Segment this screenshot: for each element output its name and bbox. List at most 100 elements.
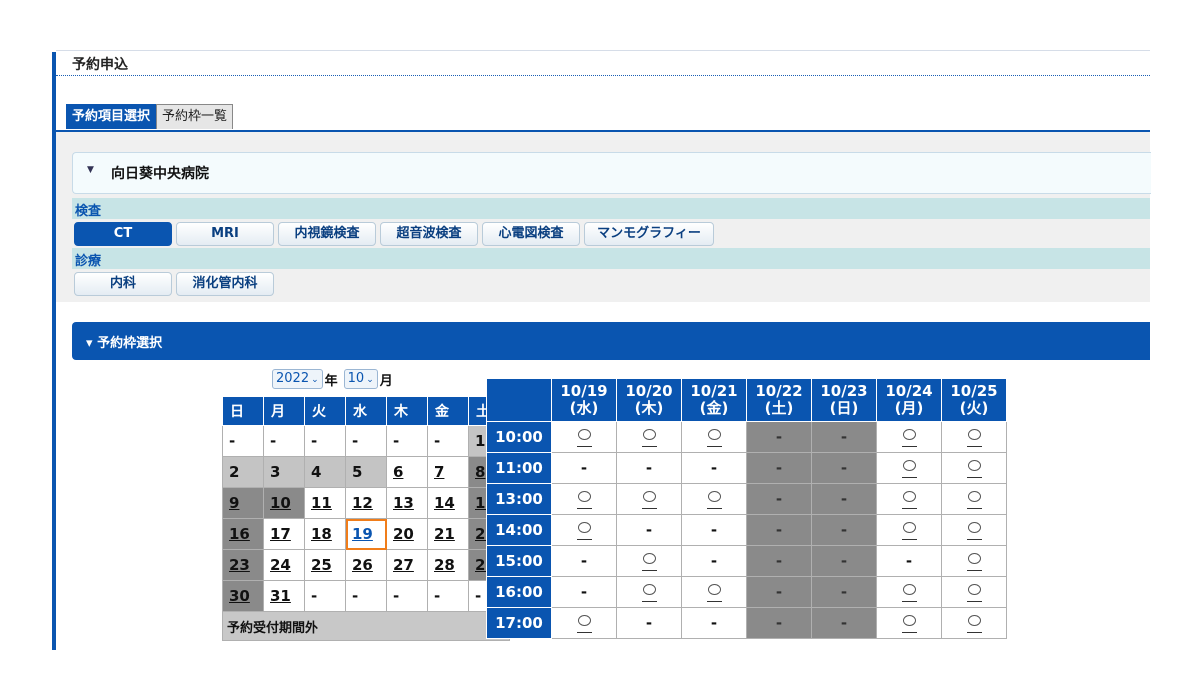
exam-option-ultrasound[interactable]: 超音波検査: [380, 222, 478, 246]
exam-options: CT MRI 内視鏡検査 超音波検査 心電図検査 マンモグラフィー: [74, 222, 714, 246]
calendar-day: 2: [222, 456, 264, 488]
slot-available[interactable]: [876, 452, 942, 484]
calendar-day[interactable]: 30: [222, 580, 264, 612]
exam-option-mri[interactable]: MRI: [176, 222, 274, 246]
slot-unavailable: -: [746, 545, 812, 577]
calendar-day[interactable]: 23: [222, 549, 264, 581]
grid-corner: [486, 378, 552, 422]
slot-available[interactable]: [616, 576, 682, 608]
slot-unavailable: -: [681, 514, 747, 546]
calendar-day[interactable]: 28: [427, 549, 469, 581]
slot-unavailable: -: [551, 545, 617, 577]
slot-available[interactable]: [941, 452, 1007, 484]
chevron-down-icon: ⌄: [366, 375, 374, 385]
date-column-header: 10/21 (金): [681, 378, 747, 422]
available-circle-icon: [706, 582, 722, 602]
slot-available[interactable]: [616, 483, 682, 515]
slot-available[interactable]: [551, 421, 617, 453]
slot-available[interactable]: [551, 483, 617, 515]
calendar-day-label: -: [393, 432, 400, 450]
exam-option-endoscopy[interactable]: 内視鏡検査: [278, 222, 376, 246]
slot-unavailable: -: [811, 576, 877, 608]
calendar-week-row: 9 10 11 12 13 14 15: [222, 487, 510, 519]
calendar-day[interactable]: 21: [427, 518, 469, 550]
slot-available[interactable]: [876, 607, 942, 639]
slot-available[interactable]: [941, 514, 1007, 546]
unavailable-mark: -: [645, 521, 653, 539]
calendar-day[interactable]: 14: [427, 487, 469, 519]
slot-row: 11:00 - - - - -: [486, 452, 1007, 484]
slot-available[interactable]: [876, 483, 942, 515]
slot-available[interactable]: [681, 421, 747, 453]
slot-available[interactable]: [941, 421, 1007, 453]
calendar-day[interactable]: 7: [427, 456, 469, 488]
calendar-day-label: -: [352, 587, 359, 605]
slot-available[interactable]: [941, 607, 1007, 639]
year-select[interactable]: 2022 ⌄: [272, 369, 323, 389]
calendar-day: 5: [345, 456, 387, 488]
slot-selection-title: ▾ 予約枠選択: [86, 336, 163, 351]
tab-slot-list[interactable]: 予約枠一覧: [156, 104, 234, 129]
slot-available[interactable]: [616, 421, 682, 453]
slot-available[interactable]: [551, 607, 617, 639]
calendar-day[interactable]: 27: [386, 549, 428, 581]
available-circle-icon: [966, 551, 982, 571]
calendar-day-label: 13: [393, 494, 414, 512]
slot-available[interactable]: [941, 483, 1007, 515]
calendar-day[interactable]: 26: [345, 549, 387, 581]
calendar-day[interactable]: 10: [263, 487, 305, 519]
slot-available[interactable]: [941, 576, 1007, 608]
hospital-selector[interactable]: ▼ 向日葵中央病院: [72, 152, 1151, 194]
unavailable-mark: -: [710, 552, 718, 570]
date-column-header: 10/24 (月): [876, 378, 942, 422]
date-column-header: 10/19 (水): [551, 378, 617, 422]
calendar-day[interactable]: 16: [222, 518, 264, 550]
slot-unavailable: -: [811, 421, 877, 453]
calendar-day[interactable]: 13: [386, 487, 428, 519]
slot-unavailable: -: [811, 452, 877, 484]
clinic-option-gastro[interactable]: 消化管内科: [176, 272, 274, 296]
slot-grid: 10/19 (水) 10/20 (木) 10/21 (金) 10/22 (土) 10/23 (日)…: [486, 378, 1007, 639]
available-circle-icon: [576, 427, 592, 447]
slot-available[interactable]: [876, 421, 942, 453]
calendar-day[interactable]: 24: [263, 549, 305, 581]
calendar-day[interactable]: 11: [304, 487, 346, 519]
exam-option-mammography[interactable]: マンモグラフィー: [584, 222, 714, 246]
weekday-label: (水): [569, 399, 599, 417]
calendar-day[interactable]: 6: [386, 456, 428, 488]
slot-available[interactable]: [876, 576, 942, 608]
slot-available[interactable]: [616, 545, 682, 577]
weekday-label: (土): [764, 399, 794, 417]
calendar-day[interactable]: 31: [263, 580, 305, 612]
slot-unavailable: -: [746, 452, 812, 484]
calendar-day[interactable]: 17: [263, 518, 305, 550]
slot-row: 10:00 - -: [486, 421, 1007, 453]
date-label: 10/20: [625, 382, 673, 400]
slot-available[interactable]: [551, 514, 617, 546]
calendar-day-label: 3: [270, 463, 281, 481]
slot-available[interactable]: [681, 483, 747, 515]
calendar-day[interactable]: 18: [304, 518, 346, 550]
calendar-day-label: 23: [229, 556, 250, 574]
slot-available[interactable]: [876, 514, 942, 546]
available-circle-icon: [706, 489, 722, 509]
available-circle-icon: [706, 427, 722, 447]
calendar-day-selected[interactable]: 19: [345, 518, 387, 550]
weekday-header: 水: [345, 396, 387, 426]
month-select[interactable]: 10 ⌄: [343, 369, 378, 389]
tab-reservation-items[interactable]: 予約項目選択: [66, 104, 157, 129]
unavailable-mark: -: [645, 614, 653, 632]
available-circle-icon: [966, 582, 982, 602]
year-month-selector: 2022 ⌄ 年 10 ⌄ 月: [272, 369, 393, 389]
slot-available[interactable]: [941, 545, 1007, 577]
slot-available[interactable]: [681, 576, 747, 608]
slot-selection-header[interactable]: ▾ 予約枠選択: [72, 322, 1150, 360]
calendar-day[interactable]: 12: [345, 487, 387, 519]
exam-option-ecg[interactable]: 心電図検査: [482, 222, 580, 246]
calendar-day[interactable]: 20: [386, 518, 428, 550]
exam-option-ct[interactable]: CT: [74, 222, 172, 246]
date-label: 10/24: [885, 382, 933, 400]
calendar-day[interactable]: 25: [304, 549, 346, 581]
calendar-day[interactable]: 9: [222, 487, 264, 519]
clinic-option-internal[interactable]: 内科: [74, 272, 172, 296]
